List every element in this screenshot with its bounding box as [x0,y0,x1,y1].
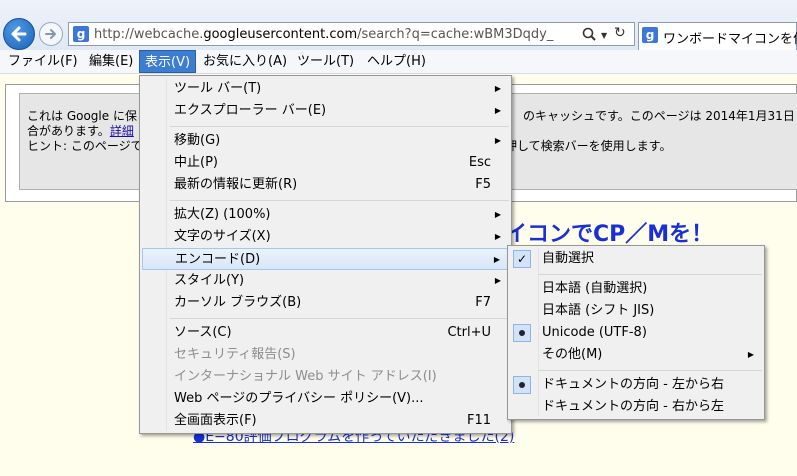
menu-item-go-to[interactable]: 移動(G) ▶ [142,130,509,152]
menu-item-unicode[interactable]: Unicode (UTF-8) [510,322,762,344]
menu-item-explorer-bars[interactable]: エクスプローラー バー(E) ▶ [142,100,509,122]
back-arrow-icon [11,26,27,42]
menu-favorites[interactable]: お気に入り(A) [198,50,292,73]
menu-help[interactable]: ヘルプ(H) [362,50,431,73]
submenu-arrow-icon: ▶ [494,276,501,285]
menu-separator [538,274,762,275]
menu-item-full-screen[interactable]: 全画面表示(F) F11 [142,410,509,432]
menu-item-stop[interactable]: 中止(P) Esc [142,152,509,174]
menu-file[interactable]: ファイル(F) [3,50,83,73]
menu-separator [170,200,509,201]
browser-chrome: g http://webcache.googleusercontent.com/… [0,0,797,50]
menu-item-privacy-policy[interactable]: Web ページのプライバシー ポリシー(V)... [142,388,509,410]
cache-notice-text: のキャッシュです。このページは 2014年1月31日 14 [523,109,797,123]
menu-item-caret-browsing[interactable]: カーソル ブラウズ(B) F7 [142,292,509,314]
page-title: イコンでCP／Mを！ [505,222,714,247]
submenu-arrow-icon: ▶ [494,210,501,219]
menu-item-encoding[interactable]: エンコード(D) ▶ [142,248,509,270]
menu-bar: ファイル(F) 編集(E) 表示(V) お気に入り(A) ツール(T) ヘルプ(… [0,50,797,74]
submenu-arrow-icon: ▶ [493,255,500,264]
search-icon[interactable] [581,26,597,42]
menu-item-japanese-sjis[interactable]: 日本語 (シフト JIS) [510,300,762,322]
menu-item-toolbars[interactable]: ツール バー(T) ▶ [142,78,509,100]
menu-item-source[interactable]: ソース(C) Ctrl+U [142,322,509,344]
menu-item-international-address: インターナショナル Web サイト アドレス(I) [174,369,437,384]
encoding-submenu: ✓ 自動選択 日本語 (自動選択) 日本語 (シフト JIS) Unicode … [507,245,765,420]
url-text[interactable]: http://webcache.googleusercontent.com/se… [94,27,554,43]
refresh-icon[interactable]: ↻ [614,25,626,41]
checkmark-icon: ✓ [513,250,531,268]
menu-item-refresh[interactable]: 最新の情報に更新(R) F5 [142,174,509,196]
back-button[interactable] [3,18,35,50]
address-bar[interactable]: g http://webcache.googleusercontent.com/… [68,22,635,46]
menu-item-more[interactable]: その他(M) ▶ [510,344,762,366]
submenu-arrow-icon: ▶ [494,84,501,93]
menu-item-security-report: セキュリティ報告(S) [174,347,296,362]
view-menu: ツール バー(T) ▶ エクスプローラー バー(E) ▶ 移動(G) ▶ 中止(P) E… [139,75,512,434]
menu-item-text-size[interactable]: 文字のサイズ(X) ▶ [142,226,509,248]
tab-title: ワンボードマイコンを作... [663,32,797,47]
menu-item-direction-rtl[interactable]: ドキュメントの方向 - 右から左 [510,396,762,418]
radio-selected-icon [513,376,531,394]
cache-notice-text: ヒント: このページで [27,139,143,153]
radio-selected-icon [513,324,531,342]
submenu-arrow-icon: ▶ [494,232,501,241]
google-favicon-icon: g [73,26,89,42]
cache-notice-text: 押して検索バーを使用します。 [505,139,672,153]
menu-item-style[interactable]: スタイル(Y) ▶ [142,270,509,292]
browser-tab[interactable]: g ワンボードマイコンを作... [638,22,797,50]
forward-button[interactable] [39,22,63,46]
menu-item-auto-select[interactable]: ✓ 自動選択 [510,248,762,270]
submenu-arrow-icon: ▶ [494,136,501,145]
menu-tools[interactable]: ツール(T) [292,50,359,73]
menu-separator [538,370,762,371]
google-favicon-icon: g [642,27,658,43]
menu-view[interactable]: 表示(V) [139,50,197,73]
menu-item-direction-ltr[interactable]: ドキュメントの方向 - 左から右 [510,374,762,396]
forward-arrow-icon [45,29,56,39]
menu-separator [170,126,509,127]
menu-separator [170,318,509,319]
details-link[interactable]: 詳細 [110,124,134,138]
chevron-down-icon[interactable]: ▼ [601,31,607,40]
submenu-arrow-icon: ▶ [494,106,501,115]
menu-item-zoom[interactable]: 拡大(Z) (100%) ▶ [142,204,509,226]
menu-item-japanese-auto[interactable]: 日本語 (自動選択) [510,278,762,300]
submenu-arrow-icon: ▶ [747,350,754,359]
menu-edit[interactable]: 編集(E) [84,50,138,73]
